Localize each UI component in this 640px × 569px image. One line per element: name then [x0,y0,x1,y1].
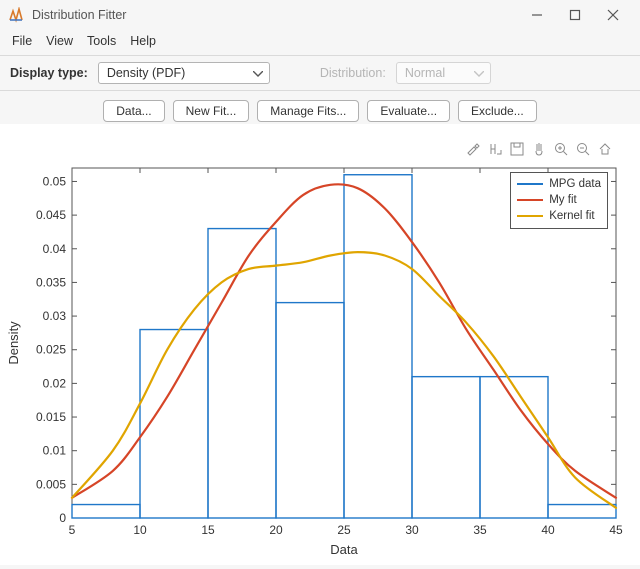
chevron-down-icon [474,66,484,80]
legend[interactable]: MPG data My fit Kernel fit [510,172,608,229]
legend-label: MPG data [549,178,601,190]
legend-label: My fit [549,194,576,206]
menu-help[interactable]: Help [124,32,162,50]
manage-fits-button[interactable]: Manage Fits... [257,100,359,122]
window-minimize-button[interactable] [518,0,556,30]
evaluate-button[interactable]: Evaluate... [367,100,450,122]
zoom-out-icon[interactable] [574,140,592,158]
menu-file[interactable]: File [6,32,38,50]
svg-text:15: 15 [201,523,215,537]
home-icon[interactable] [596,140,614,158]
legend-item: Kernel fit [517,208,601,224]
svg-text:0.025: 0.025 [36,343,66,357]
svg-text:0.045: 0.045 [36,208,66,222]
svg-text:0.015: 0.015 [36,410,66,424]
svg-text:35: 35 [473,523,487,537]
svg-text:20: 20 [269,523,283,537]
window-title: Distribution Fitter [32,8,518,22]
distribution-select: Normal [396,62,491,84]
axes-toolbar [464,140,614,158]
window-close-button[interactable] [594,0,632,30]
menubar: File View Tools Help [0,30,640,52]
exclude-button[interactable]: Exclude... [458,100,537,122]
legend-swatch [517,199,543,201]
brush-icon[interactable] [464,140,482,158]
divider [0,90,640,91]
distribution-value: Normal [405,66,466,80]
app-logo-icon [8,7,24,23]
svg-text:0.035: 0.035 [36,275,66,289]
window-maximize-button[interactable] [556,0,594,30]
minimize-icon [531,9,543,21]
svg-text:0: 0 [59,511,66,525]
data-button[interactable]: Data... [103,100,164,122]
distribution-label: Distribution: [320,66,386,80]
chevron-down-icon [253,66,263,80]
svg-text:0.05: 0.05 [43,174,67,188]
legend-label: Kernel fit [549,210,594,222]
svg-text:0.01: 0.01 [43,444,67,458]
svg-text:10: 10 [133,523,147,537]
menu-tools[interactable]: Tools [81,32,122,50]
menu-view[interactable]: View [40,32,79,50]
new-fit-button[interactable]: New Fit... [173,100,250,122]
legend-swatch [517,183,543,185]
svg-text:0.02: 0.02 [43,376,67,390]
link-icon[interactable] [486,140,504,158]
legend-item: MPG data [517,176,601,192]
svg-text:25: 25 [337,523,351,537]
options-bar: Display type: Density (PDF) Distribution… [0,59,640,87]
maximize-icon [569,9,581,21]
svg-text:0.04: 0.04 [43,242,67,256]
zoom-in-icon[interactable] [552,140,570,158]
pan-icon[interactable] [530,140,548,158]
svg-text:30: 30 [405,523,419,537]
legend-swatch [517,215,543,217]
svg-text:45: 45 [609,523,623,537]
display-type-value: Density (PDF) [107,66,245,80]
display-type-label: Display type: [10,66,88,80]
display-type-select[interactable]: Density (PDF) [98,62,270,84]
titlebar: Distribution Fitter [0,0,640,30]
svg-text:Density: Density [6,321,21,365]
close-icon [607,9,619,21]
svg-text:0.005: 0.005 [36,477,66,491]
divider [0,55,640,56]
svg-text:40: 40 [541,523,555,537]
save-icon[interactable] [508,140,526,158]
svg-text:5: 5 [69,523,76,537]
action-toolbar: Data... New Fit... Manage Fits... Evalua… [0,94,640,128]
legend-item: My fit [517,192,601,208]
svg-text:0.03: 0.03 [43,309,67,323]
svg-text:Data: Data [330,542,358,557]
